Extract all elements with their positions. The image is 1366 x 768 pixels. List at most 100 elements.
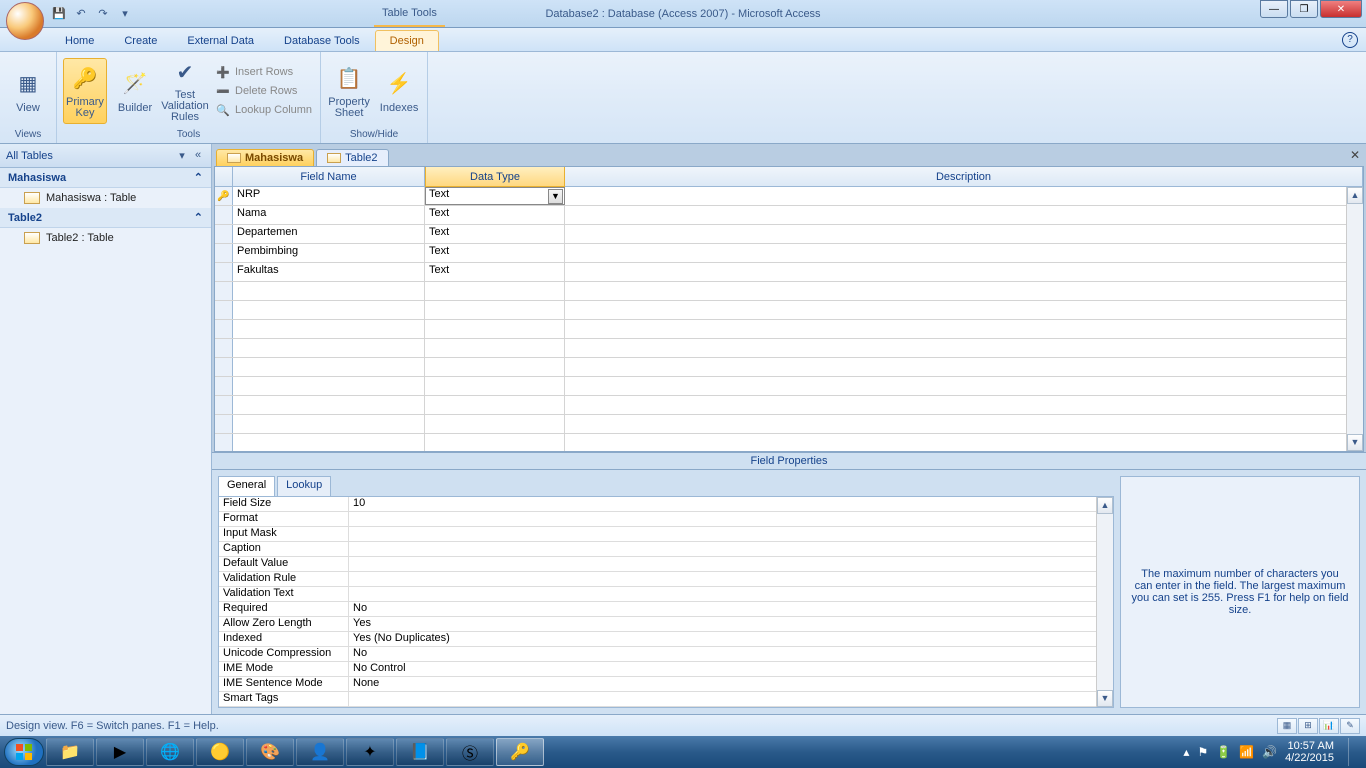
data-type-cell[interactable] — [425, 377, 565, 395]
taskbar-mediaplayer[interactable]: ▶ — [96, 738, 144, 766]
property-value[interactable] — [349, 692, 1113, 706]
data-type-cell[interactable] — [425, 415, 565, 433]
row-selector[interactable] — [215, 282, 233, 300]
field-name-cell[interactable] — [233, 358, 425, 376]
property-value[interactable]: No — [349, 602, 1113, 616]
qat-dropdown-icon[interactable]: ▾ — [116, 5, 134, 23]
nav-group-table2[interactable]: Table2 ⌃ — [0, 208, 211, 228]
taskbar-app3[interactable]: 📘 — [396, 738, 444, 766]
nav-item-mahasiswa-table[interactable]: Mahasiswa : Table — [0, 188, 211, 208]
doc-tab-mahasiswa[interactable]: Mahasiswa — [216, 149, 314, 166]
property-value[interactable]: Yes — [349, 617, 1113, 631]
data-type-cell[interactable] — [425, 358, 565, 376]
table-row[interactable]: PembimbingText — [215, 244, 1363, 263]
taskbar-access[interactable]: 🔑 — [496, 738, 544, 766]
table-row[interactable] — [215, 415, 1363, 434]
primary-key-button[interactable]: 🔑 Primary Key — [63, 58, 107, 124]
row-selector[interactable] — [215, 358, 233, 376]
table-row[interactable] — [215, 434, 1363, 452]
description-cell[interactable] — [565, 377, 1363, 395]
scroll-down-icon[interactable]: ▼ — [1097, 690, 1113, 707]
undo-icon[interactable]: ↶ — [72, 5, 90, 23]
row-selector[interactable] — [215, 320, 233, 338]
field-name-cell[interactable] — [233, 282, 425, 300]
property-row[interactable]: IndexedYes (No Duplicates) — [219, 632, 1113, 647]
property-row[interactable]: Input Mask — [219, 527, 1113, 542]
property-row[interactable]: IME Sentence ModeNone — [219, 677, 1113, 692]
description-cell[interactable] — [565, 320, 1363, 338]
description-cell[interactable] — [565, 282, 1363, 300]
table-row[interactable] — [215, 377, 1363, 396]
description-cell[interactable] — [565, 244, 1363, 262]
property-value[interactable] — [349, 557, 1113, 571]
property-value[interactable]: None — [349, 677, 1113, 691]
row-selector[interactable] — [215, 301, 233, 319]
property-value[interactable] — [349, 542, 1113, 556]
data-type-cell[interactable] — [425, 434, 565, 452]
data-type-cell[interactable]: Text — [425, 225, 565, 243]
property-row[interactable]: Caption — [219, 542, 1113, 557]
description-cell[interactable] — [565, 206, 1363, 224]
redo-icon[interactable]: ↷ — [94, 5, 112, 23]
vertical-scrollbar[interactable]: ▲ ▼ — [1346, 187, 1363, 451]
row-selector[interactable] — [215, 339, 233, 357]
field-name-cell[interactable]: Fakultas — [233, 263, 425, 281]
tab-external-data[interactable]: External Data — [172, 30, 269, 51]
property-value[interactable] — [349, 512, 1113, 526]
taskbar-chrome[interactable]: 🌐 — [146, 738, 194, 766]
row-selector-header[interactable] — [215, 167, 233, 186]
description-cell[interactable] — [565, 396, 1363, 414]
table-row[interactable] — [215, 396, 1363, 415]
scroll-down-icon[interactable]: ▼ — [1347, 434, 1363, 451]
property-row[interactable]: Field Size10 — [219, 497, 1113, 512]
lookup-column-button[interactable]: 🔍Lookup Column — [213, 101, 314, 119]
data-type-cell[interactable] — [425, 320, 565, 338]
save-icon[interactable]: 💾 — [50, 5, 68, 23]
taskbar-skype[interactable]: Ⓢ — [446, 738, 494, 766]
help-icon[interactable]: ? — [1342, 32, 1358, 48]
clock[interactable]: 10:57 AM 4/22/2015 — [1285, 740, 1334, 764]
property-row[interactable]: Unicode CompressionNo — [219, 647, 1113, 662]
property-value[interactable]: No — [349, 647, 1113, 661]
table-row[interactable] — [215, 301, 1363, 320]
field-name-cell[interactable]: Departemen — [233, 225, 425, 243]
delete-rows-button[interactable]: ➖Delete Rows — [213, 82, 314, 100]
property-value[interactable]: No Control — [349, 662, 1113, 676]
minimize-button[interactable]: — — [1260, 0, 1288, 18]
fp-tab-general[interactable]: General — [218, 476, 275, 496]
insert-rows-button[interactable]: ➕Insert Rows — [213, 63, 314, 81]
taskbar-paint[interactable]: 🎨 — [246, 738, 294, 766]
scroll-up-icon[interactable]: ▲ — [1097, 497, 1113, 514]
start-button[interactable] — [4, 738, 44, 766]
view-btn-datasheet[interactable]: ▦ — [1277, 718, 1297, 734]
property-value[interactable] — [349, 587, 1113, 601]
restore-button[interactable]: ❐ — [1290, 0, 1318, 18]
taskbar-photos[interactable]: ✦ — [346, 738, 394, 766]
description-cell[interactable] — [565, 301, 1363, 319]
tab-create[interactable]: Create — [109, 30, 172, 51]
field-name-cell[interactable] — [233, 301, 425, 319]
field-name-cell[interactable] — [233, 415, 425, 433]
field-name-cell[interactable] — [233, 377, 425, 395]
nav-header[interactable]: All Tables ▾« — [0, 144, 211, 168]
property-row[interactable]: Default Value — [219, 557, 1113, 572]
row-selector[interactable] — [215, 206, 233, 224]
volume-icon[interactable]: 🔊 — [1262, 745, 1277, 759]
nav-collapse-icon[interactable]: « — [191, 149, 205, 162]
property-row[interactable]: IME ModeNo Control — [219, 662, 1113, 677]
data-type-cell[interactable]: Text — [425, 206, 565, 224]
table-row[interactable]: DepartemenText — [215, 225, 1363, 244]
row-selector[interactable] — [215, 225, 233, 243]
row-selector[interactable] — [215, 434, 233, 452]
property-row[interactable]: Smart Tags — [219, 692, 1113, 707]
field-name-cell[interactable] — [233, 339, 425, 357]
data-type-cell[interactable] — [425, 396, 565, 414]
view-button[interactable]: ▦ View — [6, 58, 50, 124]
row-selector[interactable]: 🔑 — [215, 187, 233, 205]
network-icon[interactable]: 📶 — [1239, 745, 1254, 759]
property-value[interactable]: Yes (No Duplicates) — [349, 632, 1113, 646]
close-button[interactable]: ✕ — [1320, 0, 1362, 18]
property-row[interactable]: Validation Text — [219, 587, 1113, 602]
col-description[interactable]: Description — [565, 167, 1363, 186]
field-name-cell[interactable]: Pembimbing — [233, 244, 425, 262]
